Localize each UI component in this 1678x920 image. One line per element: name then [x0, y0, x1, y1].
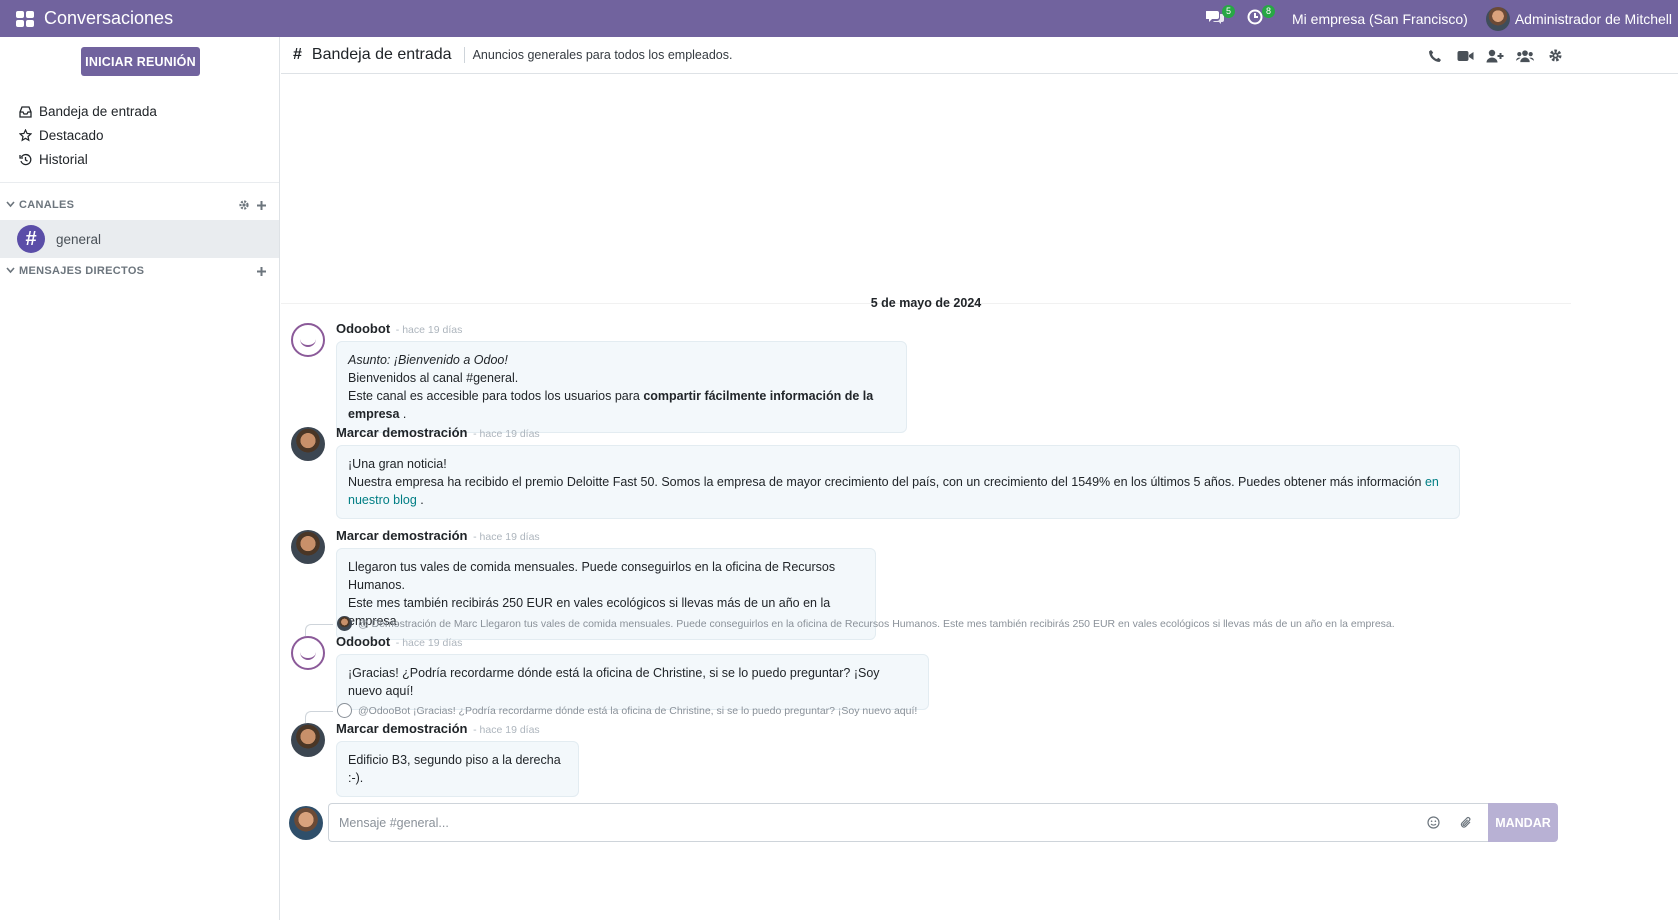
message-line: Edificio B3, segundo piso a la derecha :… [348, 753, 561, 785]
direct-messages-label: MENSAJES DIRECTOS [19, 265, 145, 277]
reply-reference[interactable]: @ Demostración de Marc Llegaron tus vale… [337, 616, 1395, 631]
message-bubble: Edificio B3, segundo piso a la derecha :… [336, 741, 579, 797]
add-user-icon[interactable] [1486, 47, 1504, 65]
author-avatar[interactable] [291, 723, 325, 757]
video-camera-icon[interactable] [1456, 47, 1474, 65]
clock-icon [1247, 9, 1263, 28]
message-line: Este canal es accesible para todos los u… [348, 387, 895, 423]
messages-systray[interactable]: 5 [1204, 4, 1235, 30]
reply-connector [305, 711, 333, 723]
direct-messages-category[interactable]: MENSAJES DIRECTOS [6, 265, 144, 277]
message-time: - hace 19 días [473, 724, 540, 736]
top-navbar: Conversaciones 5 8 Mi empresa (San Franc… [0, 0, 1678, 37]
message-header: Odoobot - hace 19 días [336, 634, 462, 649]
sidebar-item-label: Destacado [39, 128, 104, 143]
message-subject: Asunto: ¡Bienvenido a Odoo! [348, 353, 508, 367]
author-avatar[interactable] [291, 530, 325, 564]
message-header: Odoobot - hace 19 días [336, 321, 462, 336]
settings-gear-icon[interactable] [1546, 47, 1564, 65]
channel-item-general[interactable]: # general [0, 220, 279, 258]
message-text: . [416, 493, 424, 507]
sidebar-item-starred[interactable]: Destacado [18, 128, 104, 143]
inbox-icon [18, 105, 32, 119]
message-text: Nuestra empresa ha recibido el premio De… [348, 475, 1425, 489]
message-time: - hace 19 días [395, 637, 463, 649]
message-author[interactable]: Odoobot [336, 634, 390, 649]
channel-hash-icon: # [17, 225, 45, 253]
reply-connector [305, 624, 333, 636]
start-meeting-button[interactable]: INICIAR REUNIÓN [81, 47, 200, 76]
header-divider [463, 47, 465, 63]
direct-messages-actions [256, 265, 267, 280]
current-user-avatar [289, 806, 323, 840]
paperclip-icon[interactable] [1458, 815, 1474, 831]
emoji-icon[interactable] [1425, 815, 1441, 831]
reply-text: @OdooBot ¡Gracias! ¿Podría recordarme dó… [358, 704, 918, 717]
message-time: - hace 19 días [473, 428, 540, 440]
channels-category[interactable]: CANALES [6, 199, 74, 211]
reply-text: @ Demostración de Marc Llegaron tus vale… [358, 617, 1395, 630]
messages-count-badge: 5 [1222, 4, 1235, 18]
send-button[interactable]: MANDAR [1488, 803, 1558, 842]
message-composer [328, 803, 1489, 842]
message-line: Bienvenidos al canal #general. [348, 371, 519, 385]
channel-name: general [56, 231, 102, 247]
user-menu[interactable]: Administrador de Mitchell [1485, 6, 1672, 31]
discuss-sidebar: INICIAR REUNIÓN Bandeja de entrada Desta… [0, 37, 280, 920]
message-text: . [399, 407, 407, 421]
reply-author-avatar [337, 616, 352, 631]
star-icon [18, 129, 32, 143]
chevron-down-icon [6, 265, 15, 277]
author-avatar[interactable] [291, 427, 325, 461]
thread-hash-icon: # [293, 46, 302, 63]
message-line: ¡Una gran noticia! [348, 457, 447, 471]
add-chat-icon[interactable] [256, 265, 267, 280]
thread-description[interactable]: Anuncios generales para todos los emplea… [473, 48, 733, 62]
odoobot-avatar[interactable] [291, 323, 325, 357]
message-header: Marcar demostración - hace 19 días [336, 528, 540, 543]
reply-odoobot-avatar [337, 703, 352, 718]
thread-header: # Bandeja de entrada Anuncios generales … [281, 37, 1678, 74]
history-icon [18, 153, 32, 167]
message-bubble: ¡Una gran noticia! Nuestra empresa ha re… [336, 445, 1460, 519]
message-line: Llegaron tus vales de comida mensuales. … [348, 560, 836, 592]
sidebar-item-history[interactable]: Historial [18, 152, 88, 167]
message-time: - hace 19 días [395, 324, 463, 336]
message-line: Nuestra empresa ha recibido el premio De… [348, 473, 1448, 509]
activities-systray[interactable]: 8 [1244, 4, 1275, 30]
sidebar-item-label: Historial [39, 152, 88, 167]
message-header: Marcar demostración - hace 19 días [336, 721, 540, 736]
phone-icon[interactable] [1426, 47, 1444, 65]
thread-name: Bandeja de entrada [311, 46, 452, 63]
company-switcher[interactable]: Mi empresa (San Francisco) [1292, 11, 1468, 27]
sidebar-divider [0, 182, 279, 183]
sidebar-item-label: Bandeja de entrada [39, 104, 157, 119]
reply-reference[interactable]: @OdooBot ¡Gracias! ¿Podría recordarme dó… [337, 703, 917, 718]
message-input[interactable] [339, 815, 1399, 830]
channels-category-label: CANALES [19, 199, 75, 211]
message-text: Este canal es accesible para todos los u… [348, 389, 644, 403]
app-menu-icon[interactable] [16, 10, 34, 27]
sidebar-item-inbox[interactable]: Bandeja de entrada [18, 104, 157, 119]
message-author[interactable]: Marcar demostración [336, 425, 468, 440]
channels-actions [238, 199, 267, 214]
message-line: ¡Gracias! ¿Podría recordarme dónde está … [348, 666, 880, 698]
message-bubble: ¡Gracias! ¿Podría recordarme dónde está … [336, 654, 929, 710]
chevron-down-icon [6, 199, 15, 211]
gear-icon[interactable] [238, 199, 250, 214]
user-name: Administrador de Mitchell [1514, 10, 1672, 27]
members-icon[interactable] [1516, 47, 1534, 65]
message-time: - hace 19 días [473, 531, 540, 543]
activities-count-badge: 8 [1262, 4, 1275, 18]
message-author[interactable]: Odoobot [336, 321, 390, 336]
odoobot-avatar[interactable] [291, 636, 325, 670]
date-separator: 5 de mayo de 2024 [870, 296, 982, 310]
app-title[interactable]: Conversaciones [44, 8, 173, 29]
message-author[interactable]: Marcar demostración [336, 528, 468, 543]
user-avatar [1485, 6, 1510, 31]
message-bubble: Asunto: ¡Bienvenido a Odoo! Bienvenidos … [336, 341, 907, 433]
message-header: Marcar demostración - hace 19 días [336, 425, 540, 440]
message-author[interactable]: Marcar demostración [336, 721, 468, 736]
add-channel-icon[interactable] [256, 199, 267, 214]
